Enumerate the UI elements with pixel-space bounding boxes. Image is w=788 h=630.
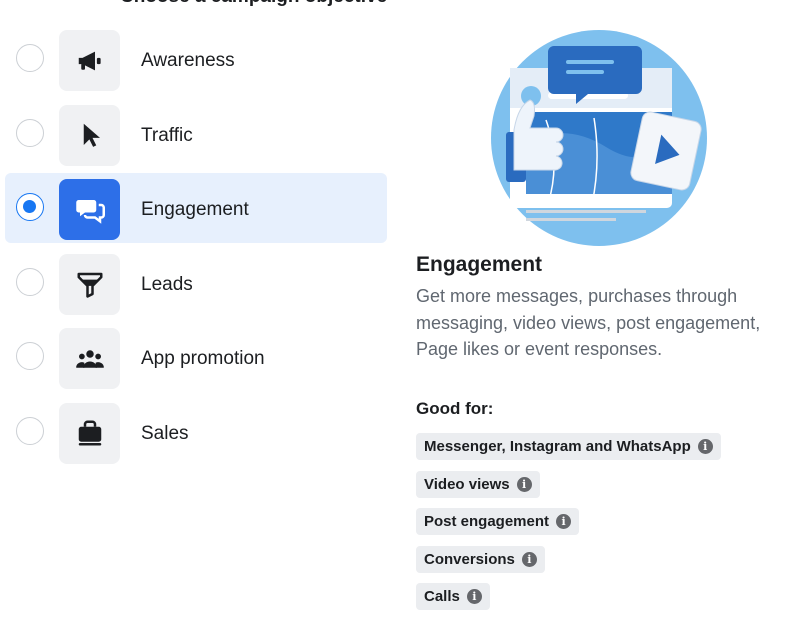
radio-awareness[interactable]: [16, 44, 44, 72]
info-icon[interactable]: i: [521, 551, 537, 567]
objective-label: Sales: [141, 422, 189, 444]
tag-label: Messenger, Instagram and WhatsApp: [424, 438, 691, 455]
info-icon[interactable]: i: [516, 476, 532, 492]
objective-icon-tile: [59, 402, 120, 464]
good-for-tag: Post engagement i: [416, 508, 580, 535]
tag-label: Conversions: [424, 550, 515, 568]
objective-label: App promotion: [141, 348, 265, 370]
objective-icon-tile: [59, 179, 120, 241]
chat-bubbles-icon: [75, 199, 105, 224]
radio-traffic[interactable]: [16, 118, 44, 147]
objective-label: Engagement: [141, 199, 249, 221]
tag-label: Post engagement: [424, 513, 550, 530]
objective-sales[interactable]: Sales: [5, 397, 387, 467]
shopping-bag-icon: [78, 420, 101, 446]
objective-awareness[interactable]: Awareness: [5, 24, 387, 94]
people-icon: [75, 350, 104, 368]
objective-icon-tile: [59, 30, 120, 91]
good-for-tag: Calls i: [416, 583, 490, 610]
objective-detail-title: Engagement: [416, 253, 543, 276]
radio-engagement[interactable]: [16, 193, 44, 222]
objective-icon-tile: [59, 253, 120, 315]
objective-list: Awareness Traffic Engagement Leads App p…: [5, 24, 387, 472]
info-icon[interactable]: i: [466, 589, 482, 604]
objective-label: Awareness: [141, 50, 235, 71]
good-for-tag: Conversions i: [416, 545, 545, 573]
objective-leads[interactable]: Leads: [5, 248, 387, 318]
filter-icon: [77, 273, 102, 299]
tag-label: Video views: [424, 475, 510, 493]
objective-icon-tile: [59, 328, 120, 390]
objective-traffic[interactable]: Traffic: [5, 99, 387, 169]
megaphone-icon: [78, 51, 101, 70]
good-for-label: Good for:: [416, 399, 494, 418]
objective-label: Traffic: [141, 124, 193, 146]
engagement-illustration: [491, 30, 707, 246]
good-for-tags: Messenger, Instagram and WhatsApp i Video…: [416, 433, 721, 621]
info-icon[interactable]: i: [697, 439, 713, 454]
cursor-icon: [83, 123, 100, 147]
page-title: Choose a campaign objective: [120, 0, 387, 8]
objective-icon-tile: [59, 104, 120, 166]
radio-app-promotion[interactable]: [16, 342, 44, 371]
tag-label: Calls: [424, 588, 460, 605]
good-for-tag: Messenger, Instagram and WhatsApp i: [416, 433, 721, 460]
radio-sales[interactable]: [16, 416, 44, 445]
objective-label: Leads: [141, 273, 193, 295]
objective-engagement[interactable]: Engagement: [5, 173, 387, 244]
good-for-tag: Video views i: [416, 470, 540, 498]
info-icon[interactable]: i: [556, 514, 572, 529]
objective-app-promotion[interactable]: App promotion: [5, 322, 387, 392]
objective-detail-description: Get more messages, purchases through mes…: [416, 286, 761, 359]
radio-leads[interactable]: [16, 267, 44, 296]
